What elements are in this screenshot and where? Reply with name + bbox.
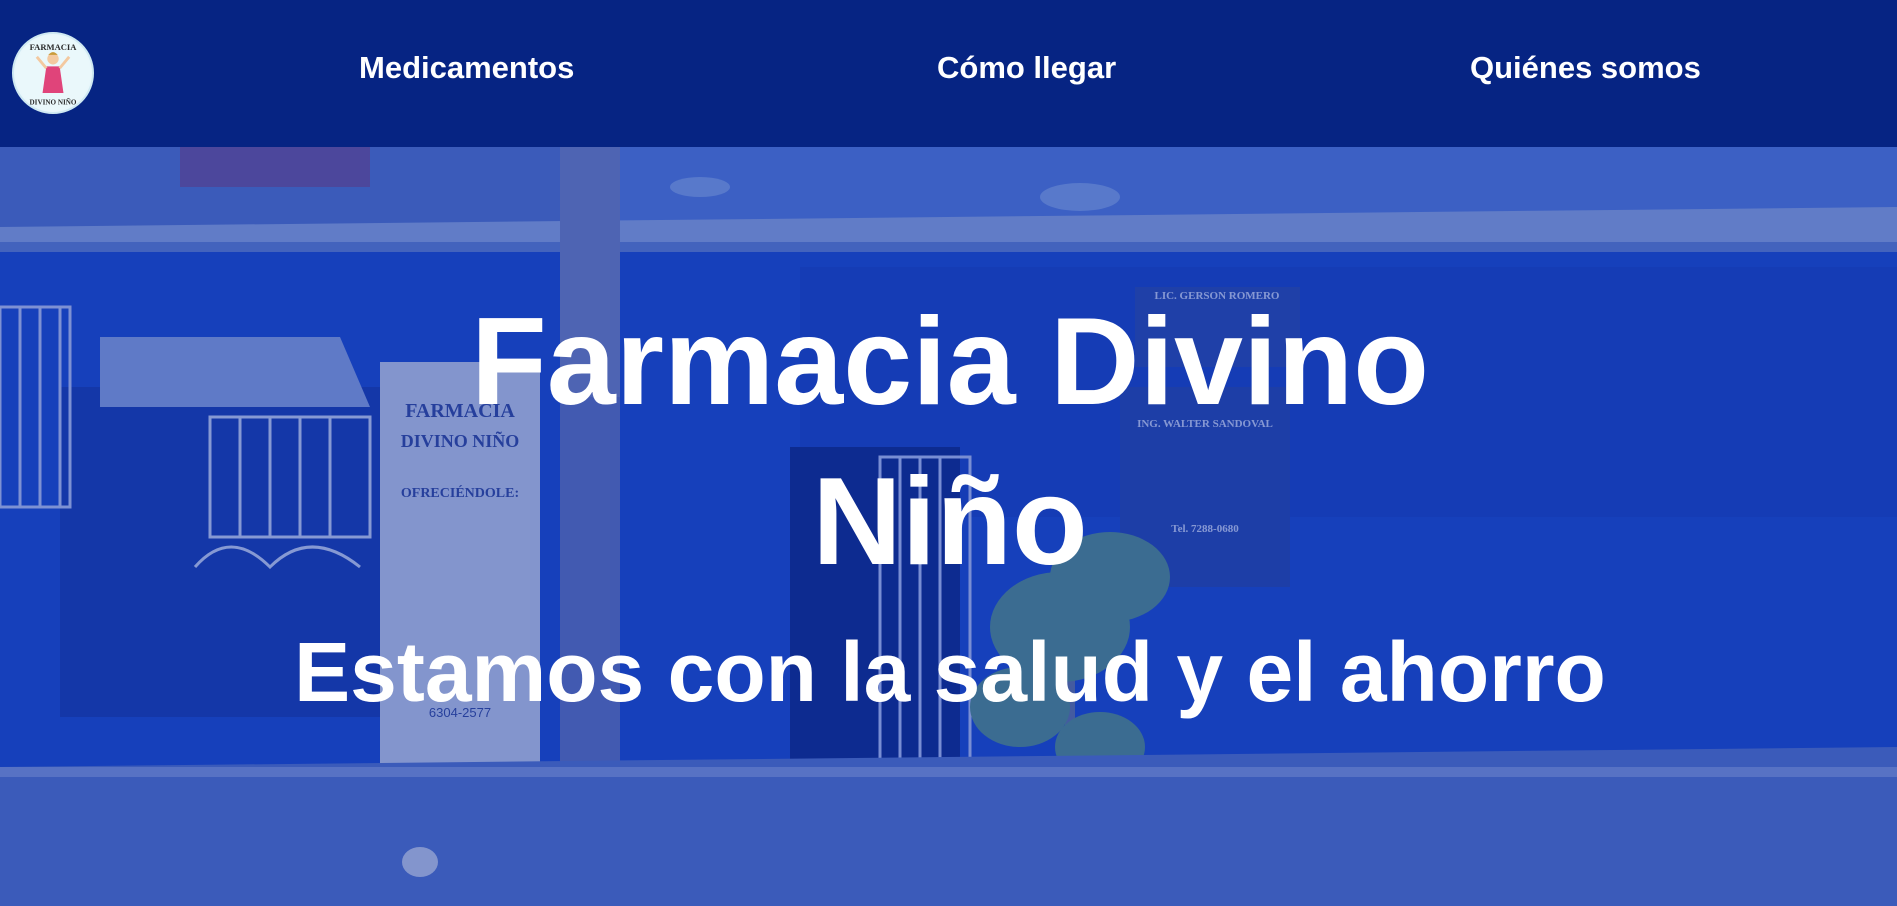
hero-subtitle: Estamos con la salud y el ahorro (294, 625, 1606, 719)
nav-link-como-llegar[interactable]: Cómo llegar (937, 50, 1116, 86)
pharmacy-logo-icon[interactable]: FARMACIA DIVINO NIÑO (12, 32, 94, 114)
site-header: FARMACIA DIVINO NIÑO Medicamentos Cómo l… (0, 0, 1897, 147)
svg-text:FARMACIA: FARMACIA (30, 42, 78, 52)
nav-link-quienes-somos[interactable]: Quiénes somos (1470, 50, 1701, 86)
hero-section: FARMACIA DIVINO NIÑO OFRECIÉNDOLE: 6304-… (0, 147, 1897, 906)
svg-text:DIVINO NIÑO: DIVINO NIÑO (30, 98, 77, 106)
hero-title: Farmacia Divino Niño (471, 293, 1429, 591)
nav-link-medicamentos[interactable]: Medicamentos (359, 50, 574, 86)
